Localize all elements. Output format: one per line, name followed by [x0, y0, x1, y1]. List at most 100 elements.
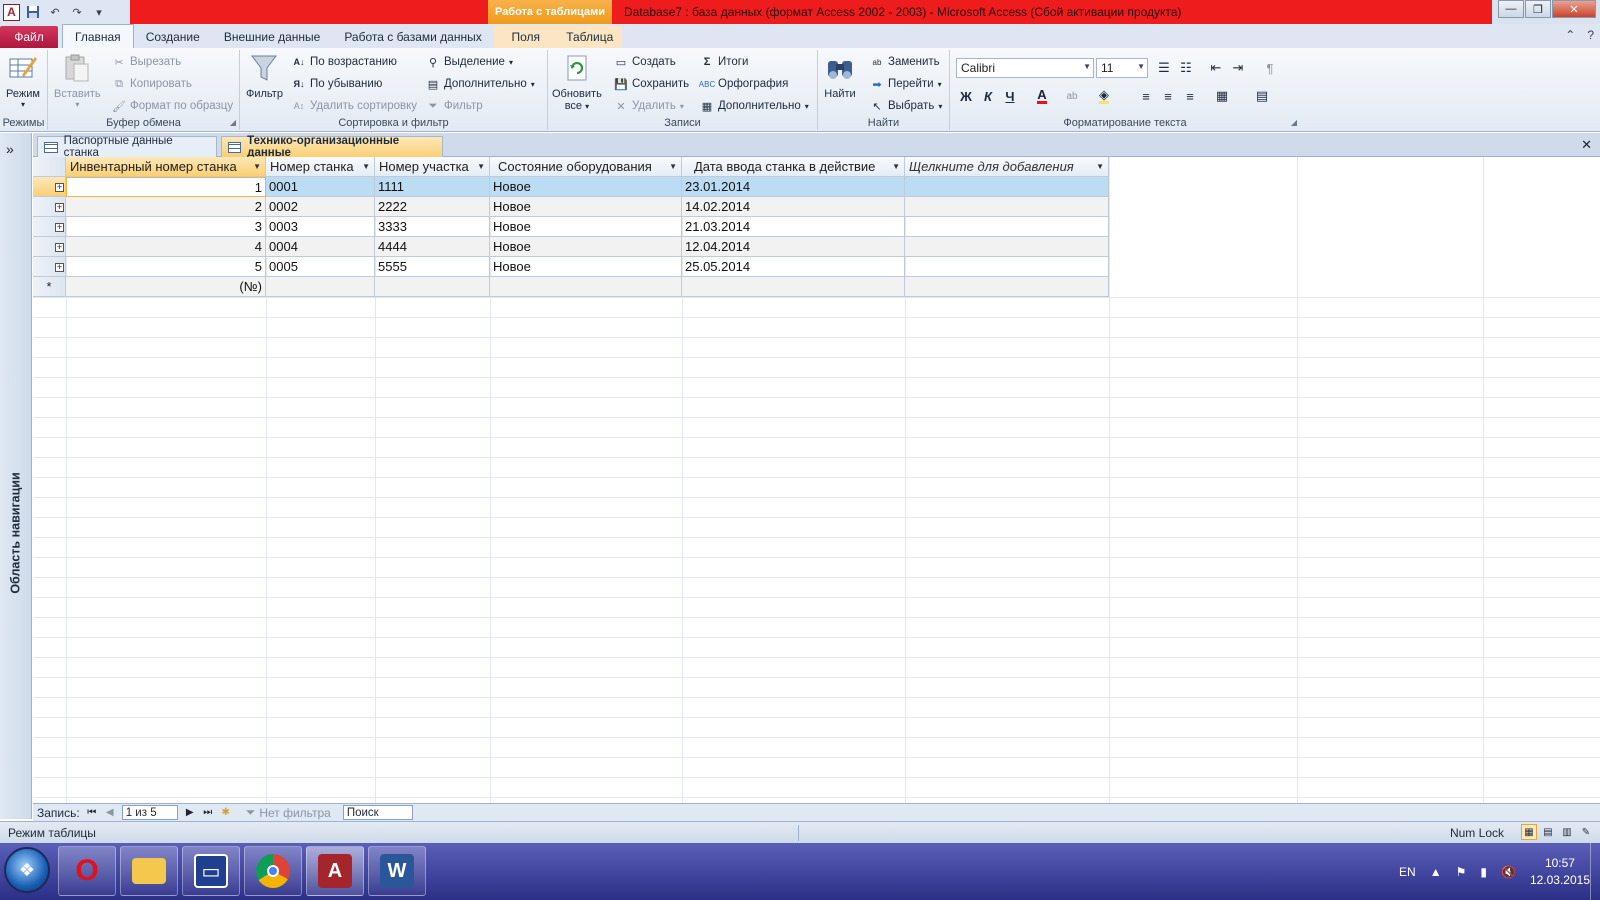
increase-indent-icon[interactable]: ⇥	[1228, 58, 1248, 78]
cell-new-section-number[interactable]	[375, 277, 490, 297]
bold-button[interactable]: Ж	[956, 86, 976, 106]
cell-equipment-state[interactable]: Новое	[490, 177, 682, 197]
chevron-down-icon[interactable]: ▼	[253, 162, 261, 171]
expand-subdatasheet-icon[interactable]: +	[55, 223, 64, 232]
cell-add-column[interactable]	[905, 257, 1109, 277]
text-format-launcher-icon[interactable]: ◢	[1291, 118, 1297, 127]
close-document-icon[interactable]: ✕	[1581, 137, 1592, 153]
cell-new-add-column[interactable]	[905, 277, 1109, 297]
column-header-inventory-number[interactable]: Инвентарный номер станка ▼	[66, 157, 266, 177]
cell-machine-number[interactable]: 0005	[266, 257, 375, 277]
fill-color-icon[interactable]: ◈	[1094, 86, 1114, 106]
cell-equipment-state[interactable]: Новое	[490, 197, 682, 217]
help-icon[interactable]: ?	[1587, 28, 1594, 42]
pivotchart-view-icon[interactable]: ▥	[1559, 824, 1575, 840]
cell-inventory-number[interactable]: 5	[66, 257, 266, 277]
chevron-down-icon[interactable]: ▼	[669, 162, 677, 171]
align-center-icon[interactable]: ≡	[1158, 86, 1178, 106]
access-app-icon[interactable]: A	[3, 3, 20, 21]
cell-inventory-number[interactable]: 4	[66, 237, 266, 257]
cell-new-equipment-state[interactable]	[490, 277, 682, 297]
cell-add-column[interactable]	[905, 177, 1109, 197]
cell-commission-date[interactable]: 23.01.2014	[682, 177, 905, 197]
select-button[interactable]: ↖ Выбрать ▾	[870, 96, 942, 116]
nav-pane-toggle-icon[interactable]: »	[6, 141, 14, 157]
new-record-marker[interactable]: *	[33, 277, 66, 297]
taskbar-chrome[interactable]	[244, 846, 302, 896]
taskbar-explorer[interactable]	[120, 846, 178, 896]
column-header-equipment-state[interactable]: Состояние оборудования ▼	[490, 157, 682, 177]
totals-button[interactable]: Σ Итоги	[700, 52, 749, 72]
gridlines-icon[interactable]: ▦	[1212, 86, 1232, 106]
redo-icon[interactable]: ↷	[68, 3, 86, 21]
network-icon[interactable]: ▮	[1480, 865, 1487, 879]
taskbar-access[interactable]: A	[306, 846, 364, 896]
align-right-icon[interactable]: ≡	[1180, 86, 1200, 106]
search-input[interactable]: Поиск	[342, 805, 413, 820]
paragraph-direction-icon[interactable]: ¶	[1260, 58, 1280, 78]
no-filter-button[interactable]: ⏷ Нет фильтра	[246, 805, 331, 820]
cell-inventory-number[interactable]: 1	[66, 177, 266, 197]
undo-icon[interactable]: ↶	[46, 3, 64, 21]
sort-descending-button[interactable]: Я↓ По убыванию	[292, 74, 383, 94]
column-header-click-to-add[interactable]: Щелкните для добавления ▼	[905, 157, 1109, 177]
remove-sort-button[interactable]: A↕ Удалить сортировку	[292, 96, 417, 116]
cell-new-autonumber[interactable]: (№)	[66, 277, 266, 297]
cell-inventory-number[interactable]: 3	[66, 217, 266, 237]
next-record-icon[interactable]: ▶	[184, 807, 196, 818]
align-left-icon[interactable]: ≡	[1136, 86, 1156, 106]
taskbar-save-app[interactable]: ▭	[182, 846, 240, 896]
expand-subdatasheet-icon[interactable]: +	[55, 243, 64, 252]
doc-tab-tech-org-data[interactable]: Технико-организационные данные	[221, 135, 443, 159]
highlight-icon[interactable]: ab	[1062, 86, 1082, 106]
start-button[interactable]: ❖	[4, 847, 50, 893]
tab-external-data[interactable]: Внешние данные	[212, 26, 333, 48]
filter-button[interactable]: Фильтр	[246, 52, 283, 100]
copy-button[interactable]: ⧉ Копировать	[112, 74, 192, 94]
clipboard-launcher-icon[interactable]: ◢	[230, 118, 236, 127]
clock[interactable]: 10:57 12.03.2015	[1530, 855, 1590, 889]
cell-equipment-state[interactable]: Новое	[490, 217, 682, 237]
minimize-ribbon-icon[interactable]: ⌃	[1565, 28, 1575, 42]
column-header-machine-number[interactable]: Номер станка ▼	[266, 157, 375, 177]
new-record-nav-icon[interactable]: ✱	[220, 807, 232, 818]
taskbar-word[interactable]: W	[368, 846, 426, 896]
bullets-icon[interactable]: ☰	[1154, 58, 1174, 78]
cell-commission-date[interactable]: 21.03.2014	[682, 217, 905, 237]
font-color-icon[interactable]: A	[1032, 86, 1052, 106]
action-center-icon[interactable]: ⚑	[1456, 865, 1467, 879]
tab-file[interactable]: Файл	[0, 26, 58, 48]
cell-machine-number[interactable]: 0004	[266, 237, 375, 257]
format-painter-button[interactable]: 🖌 Формат по образцу	[112, 96, 233, 116]
cell-add-column[interactable]	[905, 217, 1109, 237]
sort-ascending-button[interactable]: A↓ По возрастанию	[292, 52, 397, 72]
close-window-button[interactable]: ✕	[1552, 0, 1596, 18]
expand-subdatasheet-icon[interactable]: +	[55, 203, 64, 212]
alternate-row-color-icon[interactable]: ▤	[1252, 86, 1272, 106]
cut-button[interactable]: ✂ Вырезать	[112, 52, 181, 72]
cell-add-column[interactable]	[905, 197, 1109, 217]
cell-machine-number[interactable]: 0001	[266, 177, 375, 197]
font-size-combo[interactable]: 11 ▼	[1096, 58, 1148, 78]
save-record-button[interactable]: 💾 Сохранить	[614, 74, 689, 94]
underline-button[interactable]: Ч	[1000, 86, 1020, 106]
cell-section-number[interactable]: 5555	[375, 257, 490, 277]
numbering-icon[interactable]: ☷	[1176, 58, 1196, 78]
cell-section-number[interactable]: 3333	[375, 217, 490, 237]
show-hidden-icons-icon[interactable]: ▲	[1430, 865, 1442, 879]
toggle-filter-button[interactable]: ⏷ Фильтр	[426, 96, 483, 116]
view-mode-button[interactable]: Режим ▾	[6, 52, 40, 109]
current-record-input[interactable]: 1 из 5	[121, 805, 178, 820]
cell-section-number[interactable]: 2222	[375, 197, 490, 217]
datasheet-view-icon[interactable]: ▦	[1521, 824, 1537, 840]
font-name-combo[interactable]: Calibri ▼	[956, 58, 1094, 78]
cell-section-number[interactable]: 1111	[375, 177, 490, 197]
cell-machine-number[interactable]: 0002	[266, 197, 375, 217]
cell-new-commission-date[interactable]	[682, 277, 905, 297]
cell-commission-date[interactable]: 12.04.2014	[682, 237, 905, 257]
cell-commission-date[interactable]: 25.05.2014	[682, 257, 905, 277]
tab-create[interactable]: Создание	[134, 26, 212, 48]
taskbar-opera[interactable]: O	[58, 846, 116, 896]
refresh-all-button[interactable]: Обновить все ▾	[552, 52, 602, 112]
select-all-corner[interactable]	[33, 157, 66, 177]
